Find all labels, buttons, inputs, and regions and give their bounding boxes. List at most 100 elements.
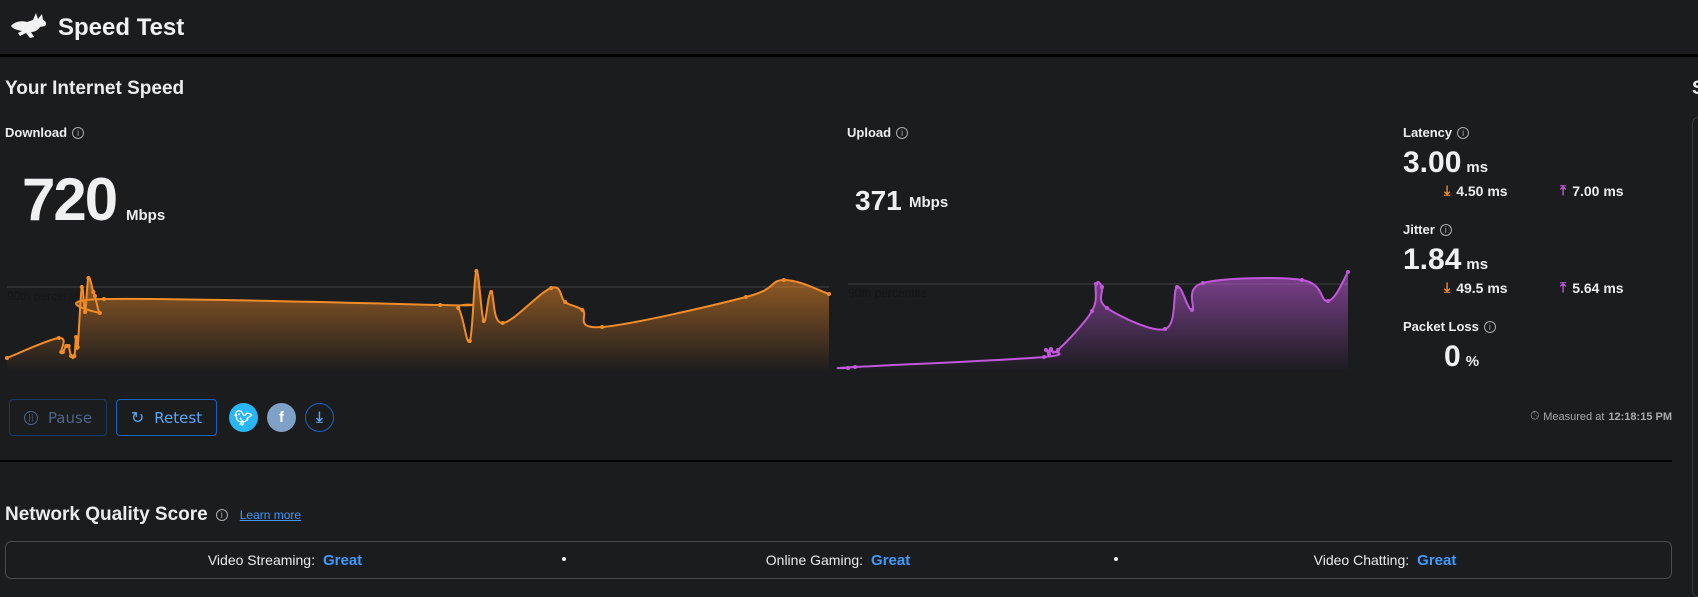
- info-icon[interactable]: i: [1439, 223, 1452, 236]
- upload-point: [1201, 280, 1205, 285]
- download-point: [83, 310, 88, 314]
- latency-download: ⤓ 4.50 ms: [1444, 182, 1508, 199]
- download-point: [743, 295, 748, 299]
- upload-point: [1105, 306, 1109, 311]
- quality-item-online-gaming: Online Gaming: Great: [766, 552, 910, 569]
- packet-loss-label: Packet Loss i: [1403, 319, 1496, 334]
- jitter-download: ⤓ 49.5 ms: [1444, 279, 1508, 296]
- save-result-button[interactable]: ⤓: [305, 403, 334, 432]
- download-point: [74, 334, 79, 339]
- jitter-readout: 1.84 ms: [1403, 243, 1488, 277]
- measured-prefix: Measured at: [1543, 410, 1605, 423]
- quality-header: Network Quality Score i Learn more: [5, 504, 301, 526]
- latency-upload-value: 7.00 ms: [1572, 182, 1624, 199]
- download-point: [489, 289, 494, 294]
- upload-point: [1056, 348, 1060, 353]
- packet-loss-value: 0: [1444, 340, 1461, 373]
- divider: [0, 460, 1672, 462]
- download-point: [600, 325, 605, 329]
- upload-point: [1049, 346, 1053, 351]
- download-point: [438, 303, 443, 308]
- upload-point: [1044, 348, 1048, 353]
- download-arrow-icon: ⤓: [1444, 182, 1451, 198]
- upload-point: [1300, 277, 1304, 282]
- download-point: [72, 354, 77, 359]
- info-icon[interactable]: i: [1457, 126, 1470, 139]
- download-arrow-icon: ⤓: [1444, 279, 1451, 295]
- packet-loss-unit: %: [1465, 353, 1480, 370]
- quality-label: Video Chatting:: [1313, 552, 1410, 568]
- latency-unit: ms: [1466, 159, 1489, 176]
- latency-label: Latency i: [1403, 125, 1470, 140]
- download-point: [827, 292, 831, 296]
- download-point: [481, 319, 486, 323]
- download-point: [101, 297, 106, 302]
- jitter-upload-value: 5.64 ms: [1572, 279, 1624, 296]
- download-point: [79, 285, 84, 290]
- twitter-icon: 🐦︎: [233, 409, 254, 427]
- download-point: [86, 276, 91, 281]
- retest-label: Retest: [154, 408, 203, 427]
- upload-point: [1042, 355, 1046, 359]
- measured-time: 🕓︎ Measured at 12:18:15 PM: [1531, 410, 1672, 423]
- download-area: [7, 270, 829, 372]
- download-point: [500, 321, 505, 326]
- download-point: [467, 339, 472, 344]
- upload-point: [1346, 270, 1350, 275]
- packet-loss-readout: 0%: [1444, 340, 1479, 374]
- download-point: [580, 307, 585, 312]
- pause-button[interactable]: || Pause: [9, 399, 107, 436]
- quality-value: Great: [1417, 552, 1457, 569]
- upload-arrow-icon: ⤒: [1560, 182, 1567, 198]
- upload-point: [1163, 327, 1167, 332]
- jitter-value: 1.84: [1403, 243, 1462, 276]
- retest-button[interactable]: ↻ Retest: [116, 399, 217, 436]
- pause-icon: ||: [23, 410, 38, 425]
- download-point: [60, 349, 65, 354]
- quality-label: Video Streaming:: [207, 552, 315, 568]
- upload-percentile-label: 90th percentile: [848, 286, 927, 300]
- latency-readout: 3.00 ms: [1403, 146, 1488, 180]
- latency-upload: ⤒ 7.00 ms: [1560, 182, 1624, 199]
- upload-point: [1047, 352, 1051, 356]
- clock-icon: 🕓︎: [1530, 410, 1540, 422]
- side-panel: [1692, 117, 1698, 597]
- download-point: [549, 286, 554, 290]
- download-icon: ⤓: [316, 409, 323, 426]
- quality-label: Online Gaming:: [765, 552, 864, 568]
- download-percentile-label: 90th percentile: [7, 289, 86, 303]
- download-point: [781, 277, 786, 282]
- download-point: [474, 268, 479, 273]
- upload-point: [1190, 307, 1194, 312]
- download-point: [456, 306, 461, 311]
- download-point: [75, 345, 80, 350]
- download-point: [91, 289, 96, 294]
- quality-value: Great: [871, 552, 911, 569]
- download-point: [92, 294, 97, 299]
- jitter-upload: ⤒ 5.64 ms: [1560, 279, 1624, 296]
- refresh-icon: ↻: [130, 408, 145, 427]
- download-point: [563, 300, 568, 305]
- measured-time-value: 12:18:15 PM: [1608, 410, 1672, 423]
- jitter-label-text: Jitter: [1403, 222, 1435, 237]
- quality-item-video-streaming: Video Streaming: Great: [208, 552, 362, 569]
- upload-point: [1094, 282, 1098, 287]
- side-panel-title: S: [1692, 78, 1698, 100]
- quality-item-video-chatting: Video Chatting: Great: [1314, 552, 1457, 569]
- upload-point: [1100, 285, 1104, 290]
- learn-more-link[interactable]: Learn more: [240, 508, 301, 522]
- separator-dot: [562, 557, 566, 561]
- twitter-share-button[interactable]: 🐦︎: [229, 403, 258, 432]
- upload-point: [1090, 309, 1094, 314]
- download-point: [97, 310, 102, 315]
- upload-arrow-icon: ⤒: [1560, 279, 1567, 295]
- info-icon[interactable]: i: [1483, 320, 1496, 333]
- upload-point: [1175, 285, 1179, 290]
- jitter-unit: ms: [1466, 256, 1489, 273]
- jitter-label: Jitter i: [1403, 222, 1452, 237]
- facebook-share-button[interactable]: f: [267, 403, 296, 432]
- latency-download-value: 4.50 ms: [1456, 182, 1508, 199]
- info-icon[interactable]: i: [215, 509, 228, 521]
- pause-label: Pause: [47, 408, 93, 427]
- upload-point: [846, 366, 850, 371]
